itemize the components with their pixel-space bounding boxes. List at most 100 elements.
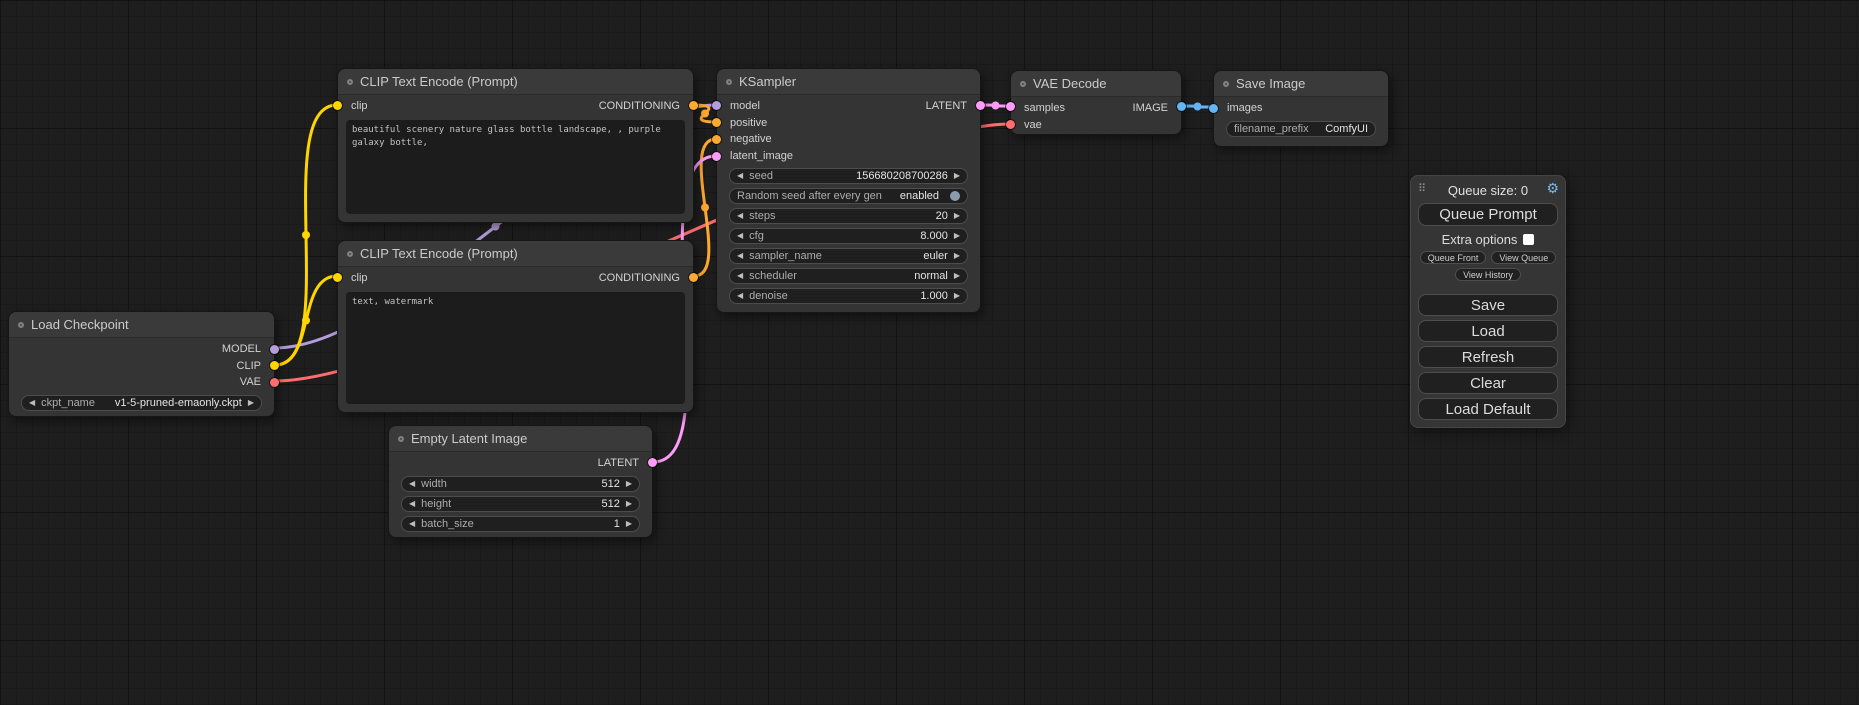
combo-left-arrow-icon[interactable]: ◀ [737,212,743,220]
widget-name: seed [749,170,773,182]
graph-canvas[interactable]: Load Checkpoint MODEL CLIP VAE ◀ ckpt_na… [0,0,1859,705]
widget-ckpt-name[interactable]: ◀ ckpt_name v1-5-pruned-emaonly.ckpt ▶ [21,395,262,411]
collapse-dot-icon[interactable] [347,251,353,257]
node-titlebar[interactable]: Empty Latent Image [389,426,652,452]
input-pin-negative[interactable] [712,135,721,144]
widget-random-seed-toggle[interactable]: Random seed after every gen enabled [729,188,968,204]
node-save-image[interactable]: Save Image images filename_prefix ComfyU… [1213,70,1389,147]
queue-front-button[interactable]: Queue Front [1420,251,1487,264]
widget-value: 1 [614,518,620,530]
output-label-conditioning: CONDITIONING [599,272,680,284]
combo-left-arrow-icon[interactable]: ◀ [409,520,415,528]
input-pin-vae[interactable] [1006,120,1015,129]
output-label-latent: LATENT [598,457,639,469]
node-clip-text-encode-negative[interactable]: CLIP Text Encode (Prompt) clip CONDITION… [337,240,694,413]
output-pin-model[interactable] [270,345,279,354]
widget-width[interactable]: ◀ width 512 ▶ [401,476,640,492]
combo-left-arrow-icon[interactable]: ◀ [737,172,743,180]
widget-value: 512 [601,478,619,490]
widget-cfg[interactable]: ◀ cfg 8.000 ▶ [729,228,968,244]
output-pin-latent[interactable] [648,458,657,467]
widget-filename-prefix[interactable]: filename_prefix ComfyUI [1226,121,1376,137]
widget-name: scheduler [749,270,797,282]
output-pin-latent[interactable] [976,101,985,110]
input-pin-model[interactable] [712,101,721,110]
output-pin-conditioning[interactable] [689,101,698,110]
node-ksampler[interactable]: KSampler model LATENT positive negative … [716,68,981,313]
collapse-dot-icon[interactable] [18,322,24,328]
output-pin-clip[interactable] [270,361,279,370]
collapse-dot-icon[interactable] [1223,81,1229,87]
widget-scheduler[interactable]: ◀ scheduler normal ▶ [729,268,968,284]
widget-value: v1-5-pruned-emaonly.ckpt [115,397,242,409]
load-button[interactable]: Load [1418,320,1558,342]
widget-value: 156680208700286 [856,170,948,182]
output-pin-vae[interactable] [270,378,279,387]
widget-batch-size[interactable]: ◀ batch_size 1 ▶ [401,516,640,532]
extra-options-checkbox[interactable] [1523,234,1534,245]
output-label-model: MODEL [222,343,261,355]
prompt-textarea[interactable]: beautiful scenery nature glass bottle la… [346,120,685,215]
widget-name: height [421,498,451,510]
output-pin-image[interactable] [1177,102,1186,111]
drag-handle-icon[interactable]: ⠿ [1418,182,1425,195]
node-titlebar[interactable]: KSampler [717,69,980,95]
view-queue-button[interactable]: View Queue [1491,251,1556,264]
load-default-button[interactable]: Load Default [1418,398,1558,420]
clear-button[interactable]: Clear [1418,372,1558,394]
node-vae-decode[interactable]: VAE Decode samples IMAGE vae [1010,70,1182,135]
widget-steps[interactable]: ◀ steps 20 ▶ [729,208,968,224]
combo-left-arrow-icon[interactable]: ◀ [409,500,415,508]
node-titlebar[interactable]: Save Image [1214,71,1388,97]
combo-right-arrow-icon[interactable]: ▶ [954,212,960,220]
input-pin-samples[interactable] [1006,102,1015,111]
combo-right-arrow-icon[interactable]: ▶ [954,292,960,300]
widget-height[interactable]: ◀ height 512 ▶ [401,496,640,512]
widget-seed[interactable]: ◀ seed 156680208700286 ▶ [729,168,968,184]
input-pin-clip[interactable] [333,101,342,110]
combo-left-arrow-icon[interactable]: ◀ [29,399,35,407]
widget-denoise[interactable]: ◀ denoise 1.000 ▶ [729,288,968,304]
save-button[interactable]: Save [1418,294,1558,316]
combo-right-arrow-icon[interactable]: ▶ [626,500,632,508]
collapse-dot-icon[interactable] [347,79,353,85]
toggle-knob-icon[interactable] [950,191,960,201]
widget-name: steps [749,210,775,222]
input-pin-positive[interactable] [712,118,721,127]
node-load-checkpoint[interactable]: Load Checkpoint MODEL CLIP VAE ◀ ckpt_na… [8,311,275,417]
combo-left-arrow-icon[interactable]: ◀ [737,252,743,260]
input-pin-images[interactable] [1209,104,1218,113]
combo-right-arrow-icon[interactable]: ▶ [954,172,960,180]
collapse-dot-icon[interactable] [1020,81,1026,87]
combo-left-arrow-icon[interactable]: ◀ [737,292,743,300]
queue-panel: ⠿ Queue size: 0 ⚙ Queue Prompt Extra opt… [1410,175,1566,428]
combo-right-arrow-icon[interactable]: ▶ [954,252,960,260]
collapse-dot-icon[interactable] [398,436,404,442]
node-titlebar[interactable]: CLIP Text Encode (Prompt) [338,69,693,95]
widget-sampler-name[interactable]: ◀ sampler_name euler ▶ [729,248,968,264]
combo-right-arrow-icon[interactable]: ▶ [954,232,960,240]
combo-left-arrow-icon[interactable]: ◀ [737,232,743,240]
output-pin-conditioning[interactable] [689,273,698,282]
queue-prompt-button[interactable]: Queue Prompt [1418,203,1558,226]
settings-gear-icon[interactable]: ⚙ [1546,180,1559,197]
input-pin-latent-image[interactable] [712,152,721,161]
input-pin-clip[interactable] [333,273,342,282]
combo-left-arrow-icon[interactable]: ◀ [409,480,415,488]
combo-right-arrow-icon[interactable]: ▶ [626,480,632,488]
collapse-dot-icon[interactable] [726,79,732,85]
combo-right-arrow-icon[interactable]: ▶ [626,520,632,528]
node-titlebar[interactable]: CLIP Text Encode (Prompt) [338,241,693,267]
node-clip-text-encode-positive[interactable]: CLIP Text Encode (Prompt) clip CONDITION… [337,68,694,223]
combo-right-arrow-icon[interactable]: ▶ [954,272,960,280]
view-history-button[interactable]: View History [1455,268,1521,281]
input-label-negative: negative [730,133,772,145]
refresh-button[interactable]: Refresh [1418,346,1558,368]
node-titlebar[interactable]: Load Checkpoint [9,312,274,338]
node-empty-latent-image[interactable]: Empty Latent Image LATENT ◀ width 512 ▶ … [388,425,653,538]
prompt-textarea[interactable]: text, watermark [346,292,685,405]
node-titlebar[interactable]: VAE Decode [1011,71,1181,97]
combo-right-arrow-icon[interactable]: ▶ [248,399,254,407]
widget-value: 1.000 [920,290,948,302]
combo-left-arrow-icon[interactable]: ◀ [737,272,743,280]
